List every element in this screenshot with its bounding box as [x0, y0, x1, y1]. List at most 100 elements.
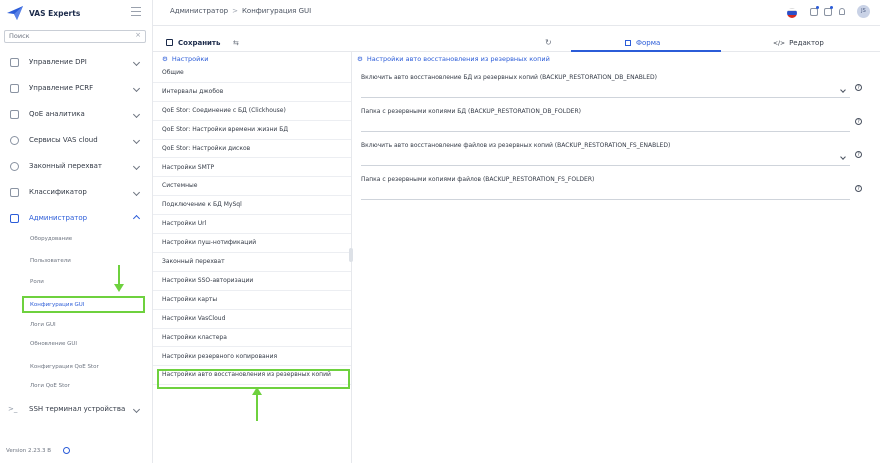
settings-list-item-label: Настройки кластера — [162, 333, 227, 341]
notifications-icon[interactable] — [810, 8, 818, 16]
chevron-down-icon[interactable] — [840, 87, 846, 93]
save-label: Сохранить — [178, 39, 221, 47]
resize-handle[interactable] — [349, 248, 353, 262]
breadcrumb-current: Конфигурация GUI — [241, 7, 312, 15]
code-icon: </> — [773, 40, 786, 47]
alerts-icon[interactable] — [824, 8, 832, 16]
tab-editor[interactable]: </> Редактор — [773, 39, 824, 47]
settings-list-item-label: QoE Stor: Соединение с БД (Clickhouse) — [162, 106, 286, 114]
help-icon[interactable]: ? — [855, 84, 862, 91]
avatar[interactable]: JS — [857, 5, 870, 18]
settings-list-item[interactable]: Настройки резервного копирования — [153, 348, 351, 367]
settings-list-item[interactable]: QoE Stor: Настройки дисков — [153, 140, 351, 159]
nav-label: Управление PCRF — [29, 84, 94, 92]
sync-icon[interactable]: ⇆ — [233, 39, 239, 47]
sub-qoe-logs[interactable]: Логи QoE Stor — [30, 383, 70, 389]
notification-dot — [816, 6, 819, 9]
arrow-shaft — [118, 265, 120, 285]
logo-icon — [7, 6, 23, 20]
cloud-icon — [10, 135, 19, 145]
search-input[interactable]: Поиск × — [4, 30, 146, 43]
app-name: VAS Experts — [29, 8, 81, 18]
settings-list-item-label: Настройки SSO-авторизации — [162, 276, 254, 284]
nav-dpi[interactable]: Управление DPI — [0, 53, 152, 71]
input-db-folder[interactable] — [361, 131, 850, 132]
sub-gui-config[interactable]: Конфигурация GUI — [30, 302, 84, 308]
help-icon[interactable]: ? — [855, 151, 862, 158]
settings-list-item-label: Законный перехват — [162, 258, 225, 265]
language-flag-icon[interactable] — [787, 8, 797, 18]
form-heading-label: Настройки авто восстановления из резервн… — [366, 55, 550, 63]
nav-admin[interactable]: Администратор — [0, 209, 152, 227]
settings-list-item[interactable]: Системные — [153, 177, 351, 197]
nav-label: Сервисы VAS cloud — [29, 136, 98, 144]
settings-list-item[interactable]: Интервалы джобов — [153, 83, 351, 102]
tab-form[interactable]: Форма — [625, 39, 660, 47]
nav-qoe[interactable]: QoE аналитика — [0, 105, 152, 123]
settings-heading-label: Настройки — [171, 55, 209, 63]
help-icon[interactable]: ? — [855, 118, 862, 125]
chevron-down-icon — [132, 188, 141, 196]
sub-users[interactable]: Пользователи — [30, 258, 71, 264]
bell-icon[interactable] — [839, 8, 845, 15]
settings-list-item-label: Настройки резервного копирования — [162, 352, 278, 360]
settings-list-item[interactable]: Настройки пуш-нотификаций — [153, 234, 351, 253]
settings-list-item-label: QoE Stor: Настройки времени жизни БД — [162, 125, 289, 133]
save-button[interactable]: Сохранить — [166, 39, 220, 47]
classifier-icon — [10, 187, 19, 197]
settings-list-item-label: QoE Stor: Настройки дисков — [162, 144, 251, 152]
chevron-down-icon[interactable] — [840, 154, 846, 160]
chevron-down-icon — [132, 136, 141, 144]
field-label: Папка с резервными копиями БД (BACKUP_RE… — [361, 108, 581, 115]
sub-gui-update[interactable]: Обновление GUI — [30, 341, 77, 347]
settings-list-item[interactable]: Подключение к БД MySql — [153, 196, 351, 216]
input-fs-folder[interactable] — [361, 199, 850, 200]
settings-list-item[interactable]: QoE Stor: Соединение с БД (Clickhouse) — [153, 102, 351, 121]
admin-icon — [10, 213, 19, 223]
sub-gui-logs[interactable]: Логи GUI — [30, 322, 56, 328]
settings-list-item[interactable]: Настройки SMTP — [153, 159, 351, 178]
sidebar: VAS Experts Поиск × Управление DPI Управ… — [0, 0, 153, 463]
nav-classifier[interactable]: Классификатор — [0, 183, 152, 201]
refresh-icon[interactable]: ↻ — [545, 38, 552, 47]
toolbar: Сохранить ⇆ ↻ Форма </> Редактор — [153, 36, 880, 52]
settings-list-item[interactable]: QoE Stor: Настройки времени жизни БД — [153, 121, 351, 140]
settings-list-item[interactable]: Настройки Url — [153, 215, 351, 235]
field-label: Включить авто восстановление файлов из р… — [361, 142, 671, 149]
nav-label: Администратор — [29, 214, 88, 222]
sub-qoe-config[interactable]: Конфигурация QoE Stor — [30, 364, 99, 370]
nav-terminal[interactable]: >_ SSH терминал устройства — [0, 400, 152, 418]
chevron-down-icon — [132, 58, 141, 66]
settings-list-item[interactable]: Общие — [153, 64, 351, 83]
settings-list-item-label: Настройки Url — [162, 220, 207, 228]
settings-list-item[interactable]: Настройки кластера — [153, 329, 351, 348]
sub-equipment[interactable]: Оборудование — [30, 236, 72, 242]
settings-list-item-label: Подключение к БД MySql — [162, 201, 242, 209]
settings-list-item[interactable]: Законный перехват — [153, 253, 351, 272]
clear-icon[interactable]: × — [135, 31, 141, 39]
arrow-down-icon — [114, 284, 124, 292]
select-db-enabled[interactable] — [361, 97, 850, 98]
nav-pcrf[interactable]: Управление PCRF — [0, 79, 152, 97]
nav-label: Законный перехват — [29, 162, 103, 170]
chevron-down-icon — [132, 405, 141, 413]
info-icon[interactable] — [63, 447, 70, 454]
sub-roles[interactable]: Роли — [30, 279, 44, 285]
nav-intercept[interactable]: Законный перехват — [0, 157, 152, 175]
logo[interactable]: VAS Experts — [0, 0, 152, 26]
intercept-icon — [10, 161, 19, 171]
settings-list-item[interactable]: Настройки SSO-авторизации — [153, 272, 351, 291]
settings-list-item[interactable]: Настройки карты — [153, 291, 351, 310]
select-fs-enabled[interactable] — [361, 165, 850, 166]
form-icon — [625, 40, 631, 46]
breadcrumb-sep: > — [232, 7, 238, 15]
nav-cloud[interactable]: Сервисы VAS cloud — [0, 131, 152, 149]
menu-icon[interactable] — [131, 7, 141, 16]
pcrf-icon — [10, 83, 19, 93]
settings-list-item-label: Настройки VasCloud — [162, 314, 226, 322]
settings-list-item[interactable]: Настройки VasCloud — [153, 310, 351, 329]
alert-dot — [830, 6, 833, 9]
form-heading: ⚙ Настройки авто восстановления из резерв… — [357, 55, 550, 63]
breadcrumb-root[interactable]: Администратор — [170, 7, 228, 15]
help-icon[interactable]: ? — [855, 185, 862, 192]
